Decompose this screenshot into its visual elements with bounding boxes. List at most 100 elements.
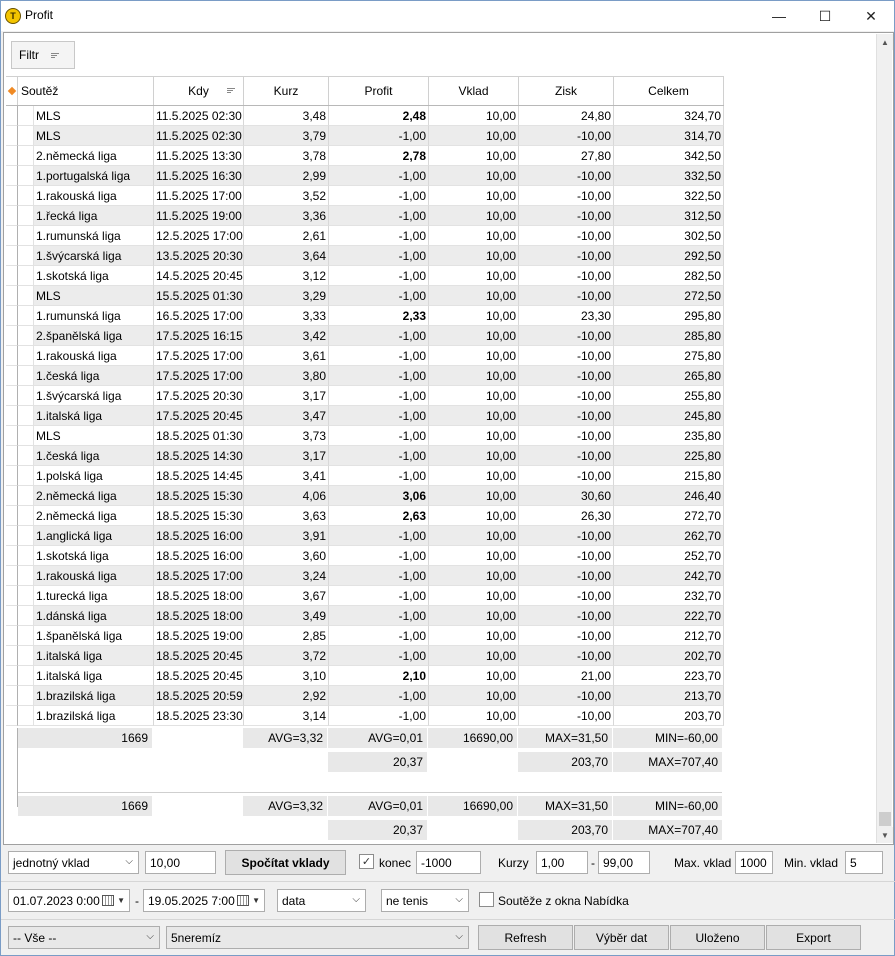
cell-vklad[interactable]: 10,00 [429,346,519,366]
cell-kdy[interactable]: 18.5.2025 19:00 [154,626,244,646]
cell-celkem[interactable]: 342,50 [614,146,724,166]
cell-soutez[interactable]: MLS [34,126,154,146]
table-row[interactable]: 1.skotská liga 18.5.2025 16:00 3,60 -1,00 10… [6,546,724,566]
table-row[interactable]: 1.brazilská liga 18.5.2025 23:30 3,14 -1,00… [6,706,724,726]
cell-zisk[interactable]: -10,00 [519,126,614,146]
row-indicator[interactable] [6,346,18,366]
cell-profit[interactable]: -1,00 [329,406,429,426]
cell-vklad[interactable]: 10,00 [429,286,519,306]
cell-celkem[interactable]: 324,70 [614,106,724,126]
cell-vklad[interactable]: 10,00 [429,686,519,706]
cell-kdy[interactable]: 11.5.2025 02:30 [154,126,244,146]
cell-profit[interactable]: -1,00 [329,286,429,306]
cell-soutez[interactable]: 1.dánská liga [34,606,154,626]
cell-kurz[interactable]: 3,63 [244,506,329,526]
scroll-up-icon[interactable]: ▲ [877,34,893,50]
cell-celkem[interactable]: 292,50 [614,246,724,266]
cell-kurz[interactable]: 3,52 [244,186,329,206]
table-row[interactable]: 2.německá liga 11.5.2025 13:30 3,78 2,78 10,… [6,146,724,166]
cell-vklad[interactable]: 10,00 [429,106,519,126]
cell-profit[interactable]: -1,00 [329,546,429,566]
cell-kdy[interactable]: 17.5.2025 16:15 [154,326,244,346]
cell-soutez[interactable]: 1.italská liga [34,646,154,666]
cell-vklad[interactable]: 10,00 [429,646,519,666]
row-indicator[interactable] [6,646,18,666]
cell-kdy[interactable]: 17.5.2025 20:45 [154,406,244,426]
tenis-select[interactable]: ne tenis ⌵ [381,889,469,912]
table-row[interactable]: 1.rakouská liga 18.5.2025 17:00 3,24 -1,00 1… [6,566,724,586]
cell-kdy[interactable]: 17.5.2025 17:00 [154,366,244,386]
cell-kdy[interactable]: 18.5.2025 17:00 [154,566,244,586]
cell-profit[interactable]: -1,00 [329,626,429,646]
cell-celkem[interactable]: 246,40 [614,486,724,506]
row-indicator[interactable] [6,246,18,266]
cell-vklad[interactable]: 10,00 [429,546,519,566]
cell-kdy[interactable]: 18.5.2025 18:00 [154,606,244,626]
vyber-dat-button[interactable]: Výběr dat [574,925,669,950]
cell-zisk[interactable]: -10,00 [519,606,614,626]
date-to-picker[interactable]: 19.05.2025 7:00 ▼ [143,889,265,912]
cell-kurz[interactable]: 3,67 [244,586,329,606]
column-header-profit[interactable]: Profit [329,77,429,105]
column-header-soutez[interactable]: Soutěž [18,77,154,105]
cell-soutez[interactable]: 1.švýcarská liga [34,386,154,406]
cell-celkem[interactable]: 213,70 [614,686,724,706]
cell-zisk[interactable]: -10,00 [519,406,614,426]
cell-profit[interactable]: -1,00 [329,586,429,606]
cell-profit[interactable]: -1,00 [329,566,429,586]
cell-kdy[interactable]: 18.5.2025 23:30 [154,706,244,726]
cell-kdy[interactable]: 11.5.2025 13:30 [154,146,244,166]
cell-kurz[interactable]: 2,99 [244,166,329,186]
table-row[interactable]: 1.italská liga 18.5.2025 20:45 3,10 2,10 10,… [6,666,724,686]
cell-celkem[interactable]: 245,80 [614,406,724,426]
cell-vklad[interactable]: 10,00 [429,606,519,626]
column-header-kdy[interactable]: Kdy [154,77,244,105]
cell-zisk[interactable]: -10,00 [519,386,614,406]
cell-celkem[interactable]: 202,70 [614,646,724,666]
cell-soutez[interactable]: 2.německá liga [34,506,154,526]
cell-vklad[interactable]: 10,00 [429,626,519,646]
min-vklad-input[interactable]: 5 [845,851,883,874]
table-row[interactable]: 1.brazilská liga 18.5.2025 20:59 2,92 -1,00… [6,686,724,706]
cell-kurz[interactable]: 4,06 [244,486,329,506]
cell-kurz[interactable]: 3,17 [244,446,329,466]
cell-celkem[interactable]: 275,80 [614,346,724,366]
cell-zisk[interactable]: -10,00 [519,686,614,706]
cell-celkem[interactable]: 225,80 [614,446,724,466]
cell-vklad[interactable]: 10,00 [429,386,519,406]
cell-kdy[interactable]: 14.5.2025 20:45 [154,266,244,286]
cell-kurz[interactable]: 3,60 [244,546,329,566]
cell-kdy[interactable]: 11.5.2025 16:30 [154,166,244,186]
row-indicator[interactable] [6,666,18,686]
row-indicator[interactable] [6,306,18,326]
cell-kdy[interactable]: 11.5.2025 17:00 [154,186,244,206]
cell-kurz[interactable]: 3,48 [244,106,329,126]
cell-vklad[interactable]: 10,00 [429,306,519,326]
cell-celkem[interactable]: 285,80 [614,326,724,346]
cell-celkem[interactable]: 242,70 [614,566,724,586]
cell-kurz[interactable]: 2,85 [244,626,329,646]
cell-zisk[interactable]: -10,00 [519,526,614,546]
cell-zisk[interactable]: -10,00 [519,286,614,306]
cell-celkem[interactable]: 215,80 [614,466,724,486]
cell-kdy[interactable]: 18.5.2025 20:59 [154,686,244,706]
table-row[interactable]: MLS 11.5.2025 02:30 3,79 -1,00 10,00 -10,00 31… [6,126,724,146]
cell-soutez[interactable]: 1.brazilská liga [34,706,154,726]
cell-zisk[interactable]: 27,80 [519,146,614,166]
cell-kurz[interactable]: 3,61 [244,346,329,366]
cell-profit[interactable]: -1,00 [329,346,429,366]
cell-soutez[interactable]: 1.rakouská liga [34,186,154,206]
row-indicator[interactable] [6,566,18,586]
cell-vklad[interactable]: 10,00 [429,406,519,426]
cell-celkem[interactable]: 265,80 [614,366,724,386]
cell-soutez[interactable]: MLS [34,426,154,446]
row-indicator[interactable] [6,266,18,286]
cell-soutez[interactable]: 1.brazilská liga [34,686,154,706]
cell-soutez[interactable]: 1.italská liga [34,406,154,426]
cell-kurz[interactable]: 3,24 [244,566,329,586]
cell-profit[interactable]: -1,00 [329,166,429,186]
spocitat-vklady-button[interactable]: Spočítat vklady [225,850,346,875]
cell-kurz[interactable]: 3,14 [244,706,329,726]
table-row[interactable]: 1.italská liga 17.5.2025 20:45 3,47 -1,00 10… [6,406,724,426]
row-indicator[interactable] [6,326,18,346]
